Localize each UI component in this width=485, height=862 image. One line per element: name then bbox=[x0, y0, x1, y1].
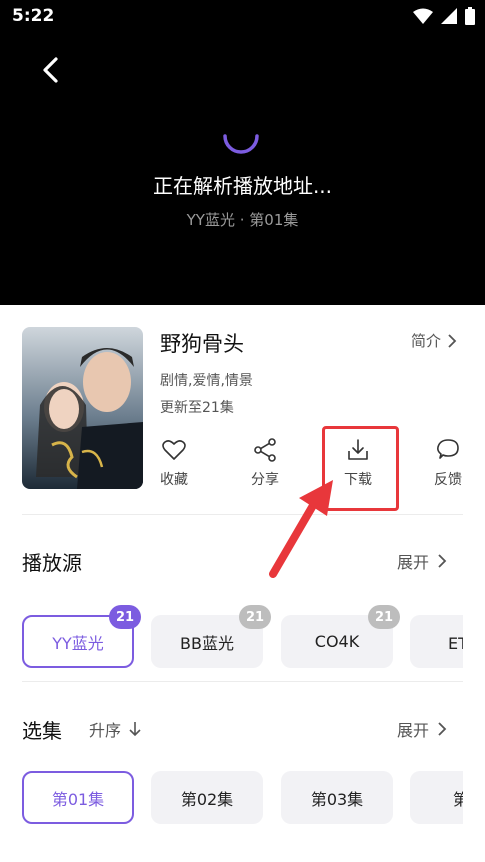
chevron-right-icon bbox=[438, 722, 447, 736]
source-chip-label: ET蓝 bbox=[448, 633, 463, 653]
source-chip[interactable]: ET蓝 bbox=[410, 615, 463, 668]
episode-count-badge: 21 bbox=[239, 605, 271, 629]
sort-label: 升序 bbox=[89, 721, 122, 740]
sort-toggle[interactable]: 升序 bbox=[89, 717, 141, 741]
status-bar: 5:22 bbox=[0, 0, 485, 32]
favorite-button[interactable]: 收藏 bbox=[144, 437, 204, 489]
source-chip-label: BB蓝光 bbox=[180, 633, 234, 653]
episode-chip[interactable]: 第02集 bbox=[151, 771, 263, 824]
loading-source-episode: YY蓝光 · 第01集 bbox=[186, 211, 299, 229]
loading-message: 正在解析播放地址... bbox=[152, 174, 333, 198]
arrow-down-icon bbox=[129, 722, 141, 737]
update-status: 更新至21集 bbox=[160, 400, 234, 416]
wifi-icon bbox=[413, 8, 433, 24]
episode-chip[interactable]: 第01集 bbox=[22, 771, 134, 824]
expand-label: 展开 bbox=[396, 553, 429, 572]
intro-label: 简介 bbox=[410, 332, 441, 350]
episode-chip-label: 第01集 bbox=[51, 789, 105, 809]
favorite-label: 收藏 bbox=[160, 472, 188, 488]
genre-tags: 剧情,爱情,情景 bbox=[160, 373, 253, 389]
heart-icon bbox=[162, 440, 186, 460]
show-title: 野狗骨头 bbox=[160, 332, 244, 356]
action-bar: 收藏 分享 下载 反馈 bbox=[0, 437, 485, 499]
sources-title: 播放源 bbox=[22, 551, 82, 575]
sources-expand-button[interactable]: 展开 bbox=[397, 549, 447, 573]
expand-label: 展开 bbox=[396, 721, 429, 740]
divider bbox=[22, 681, 463, 682]
intro-link[interactable]: 简介 bbox=[411, 330, 457, 351]
divider bbox=[22, 514, 463, 515]
episode-chip-label: 第02集 bbox=[180, 789, 234, 809]
feedback-button[interactable]: 反馈 bbox=[418, 437, 478, 489]
episode-chip-label: 第0 bbox=[452, 789, 463, 809]
episode-count-badge: 21 bbox=[109, 605, 141, 629]
signal-icon bbox=[441, 8, 457, 24]
battery-icon bbox=[465, 7, 475, 25]
share-icon bbox=[254, 438, 276, 462]
episode-chip[interactable]: 第0 bbox=[410, 771, 463, 824]
back-arrow-icon[interactable] bbox=[36, 54, 68, 86]
episodes-title: 选集 bbox=[22, 719, 62, 743]
status-icons bbox=[413, 7, 475, 25]
chevron-right-icon bbox=[438, 554, 447, 568]
source-chip-label: YY蓝光 bbox=[52, 633, 104, 653]
annotation-arrow-icon bbox=[269, 480, 333, 578]
source-chip-label: CO4K bbox=[314, 632, 360, 651]
chevron-right-icon bbox=[448, 333, 457, 348]
status-time: 5:22 bbox=[12, 6, 55, 26]
chat-bubble-icon bbox=[437, 439, 459, 459]
source-list: YY蓝光 21 BB蓝光 21 CO4K 21 ET蓝 bbox=[22, 605, 463, 675]
video-player[interactable]: 5:22 正在解析播放地址... YY蓝光 · 第01集 bbox=[0, 0, 485, 305]
episode-chip-label: 第03集 bbox=[310, 789, 364, 809]
episode-list: 第01集 第02集 第03集 第0 bbox=[22, 761, 463, 831]
episode-chip[interactable]: 第03集 bbox=[281, 771, 393, 824]
loading-spinner-icon bbox=[223, 134, 259, 154]
detail-panel: 野狗骨头 简介 剧情,爱情,情景 更新至21集 收藏 分享 下载 反馈 播放源 … bbox=[0, 305, 485, 862]
episodes-expand-button[interactable]: 展开 bbox=[397, 717, 447, 741]
feedback-label: 反馈 bbox=[434, 472, 462, 488]
episode-count-badge: 21 bbox=[368, 605, 400, 629]
